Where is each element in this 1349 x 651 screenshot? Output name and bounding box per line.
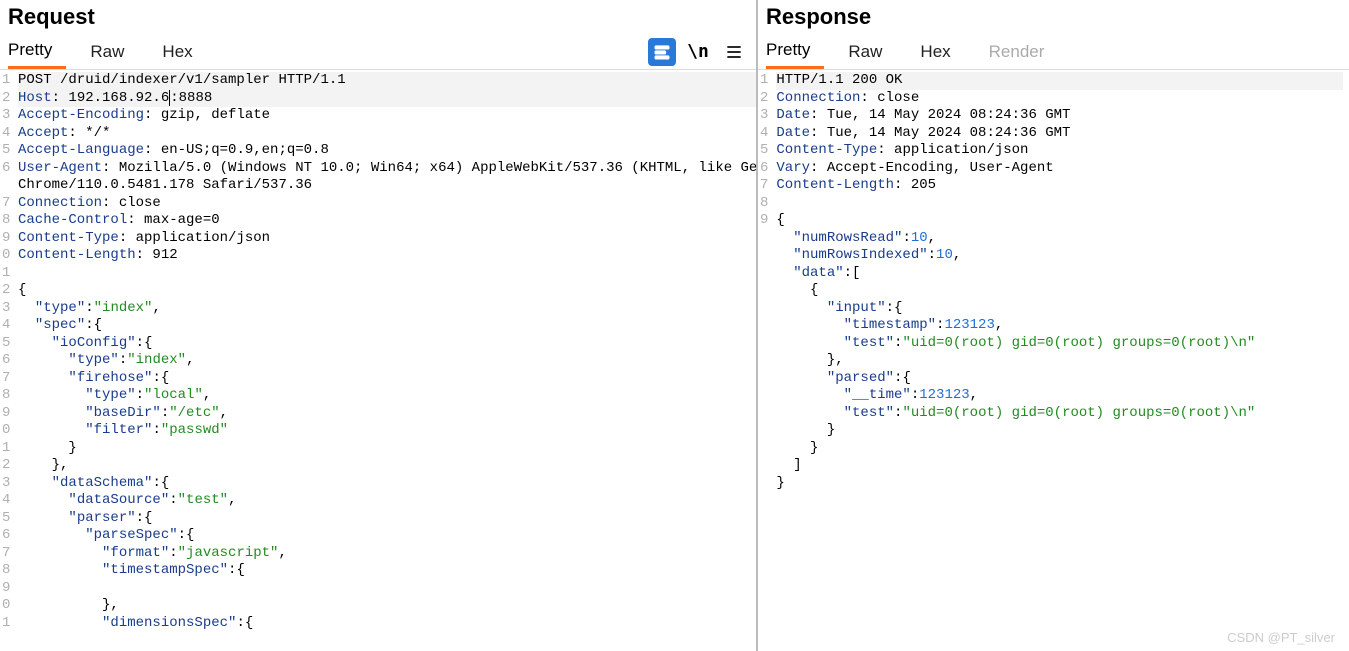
- tab-raw[interactable]: Raw: [848, 36, 896, 68]
- response-pane: Response Pretty Raw Hex Render 123456789…: [758, 0, 1349, 651]
- tab-hex[interactable]: Hex: [920, 36, 964, 68]
- request-gutter: 1234567890123456789012345678901: [0, 70, 14, 651]
- wrap-icon[interactable]: \n: [684, 38, 712, 66]
- request-title: Request: [0, 0, 756, 30]
- tab-pretty[interactable]: Pretty: [8, 34, 66, 69]
- tab-raw[interactable]: Raw: [90, 36, 138, 68]
- request-pane: Request Pretty Raw Hex \n 12345678901234…: [0, 0, 758, 651]
- response-code: HTTP/1.1 200 OKConnection: closeDate: Tu…: [772, 70, 1349, 651]
- tab-hex[interactable]: Hex: [162, 36, 206, 68]
- menu-icon[interactable]: [720, 38, 748, 66]
- watermark-text: CSDN @PT_silver: [1227, 630, 1335, 645]
- response-viewer[interactable]: 123456789 HTTP/1.1 200 OKConnection: clo…: [758, 70, 1349, 651]
- tab-render[interactable]: Render: [989, 36, 1059, 68]
- tab-pretty[interactable]: Pretty: [766, 34, 824, 69]
- actions-icon[interactable]: [648, 38, 676, 66]
- response-tabbar: Pretty Raw Hex Render: [758, 30, 1349, 70]
- request-editor[interactable]: 1234567890123456789012345678901 POST /dr…: [0, 70, 756, 651]
- response-gutter: 123456789: [758, 70, 772, 651]
- response-title: Response: [758, 0, 1349, 30]
- request-code[interactable]: POST /druid/indexer/v1/sampler HTTP/1.1H…: [14, 70, 756, 651]
- request-tabbar: Pretty Raw Hex \n: [0, 30, 756, 70]
